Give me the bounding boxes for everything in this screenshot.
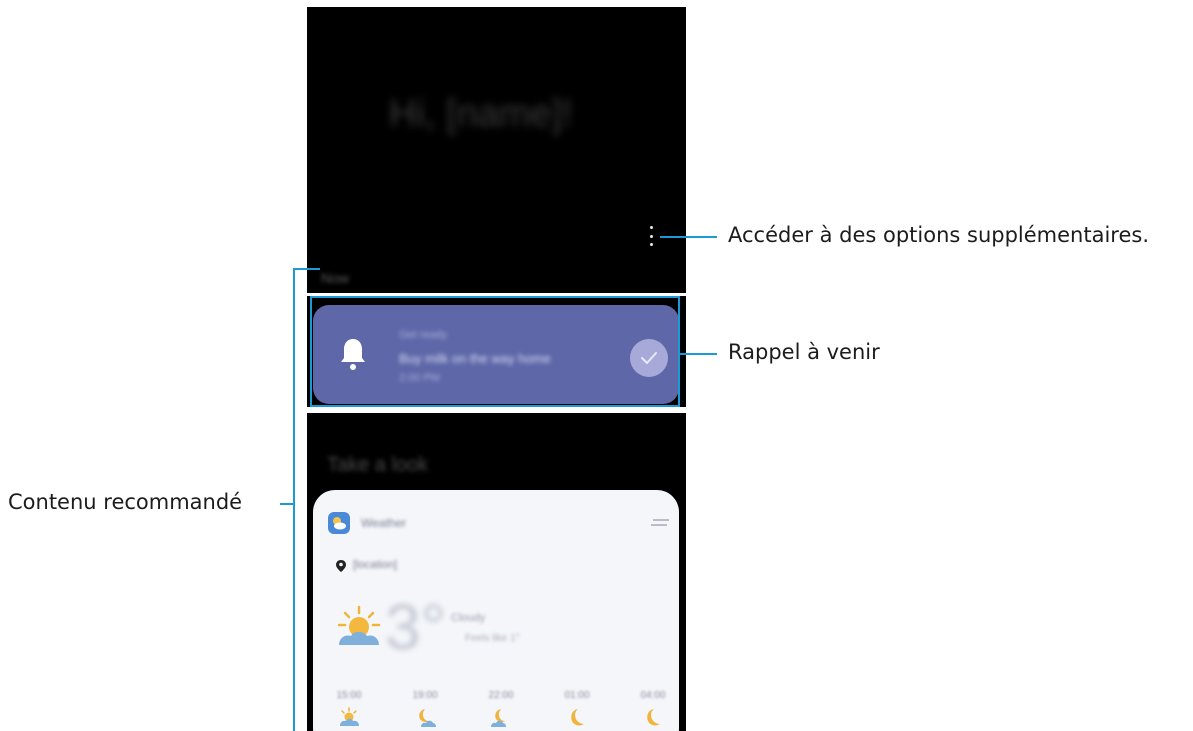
annotation-upcoming-reminder: Rappel à venir: [728, 340, 880, 364]
moon-cloud-icon: [419, 709, 436, 727]
callout-bracket-tick: [280, 503, 294, 505]
hourly-item: 01:00: [559, 690, 595, 729]
section-take-a-look-title: Take a look: [327, 454, 429, 476]
weather-app-name: Weather: [361, 516, 407, 530]
reminder-label: Get ready: [399, 329, 448, 341]
hour-time: 04:00: [640, 690, 666, 701]
divider: [307, 293, 686, 296]
weather-location: [location]: [353, 559, 398, 571]
greeting-text: Hi, [name]!: [389, 93, 573, 135]
hourly-item: 19:00: [407, 690, 443, 729]
reminder-title: Buy milk on the way home: [399, 351, 551, 366]
weather-card[interactable]: Weather [location] 3° Cloudy Feels like …: [313, 490, 679, 731]
moon-icon: [647, 709, 660, 726]
complete-reminder-button[interactable]: [630, 339, 668, 377]
callout-line-reminder: [680, 353, 717, 355]
sun-cloud-icon: [337, 605, 381, 645]
bell-icon: [341, 339, 365, 370]
hour-time: 15:00: [336, 690, 362, 701]
annotation-recommended-content: Contenu recommandé: [8, 490, 243, 514]
section-now-title: Now: [321, 270, 350, 286]
hourly-forecast: 15:00 19:00 22:00 01:00 04:00: [331, 690, 671, 729]
hourly-item: 15:00: [331, 690, 367, 729]
moon-icon: [571, 709, 584, 726]
menu-icon[interactable]: [651, 519, 669, 527]
annotation-more-options: Accéder à des options supplémentaires.: [728, 223, 1149, 247]
reminder-time: 2:00 PM: [399, 372, 440, 384]
hour-time: 01:00: [564, 690, 590, 701]
location-pin-icon: [336, 560, 346, 572]
sun-cloud-icon: [340, 707, 359, 726]
more-options-button[interactable]: [645, 226, 657, 246]
weather-app-icon: [328, 512, 350, 534]
weather-condition: Cloudy: [451, 612, 486, 624]
hour-time: 22:00: [488, 690, 514, 701]
check-icon: [641, 352, 657, 364]
hourly-item: 22:00: [483, 690, 519, 729]
callout-line-more-options: [660, 236, 717, 238]
moon-cloud-icon: [491, 709, 506, 727]
callout-bracket-top: [293, 268, 320, 270]
divider: [307, 407, 686, 413]
hour-time: 19:00: [412, 690, 438, 701]
weather-feels-like: Feels like 1°: [465, 633, 520, 644]
callout-bracket-vertical: [293, 268, 295, 731]
more-options-icon: [649, 226, 653, 229]
hourly-item: 04:00: [635, 690, 671, 729]
phone-screen: Hi, [name]! Now Get ready Buy milk on th…: [307, 7, 686, 731]
reminder-card[interactable]: Get ready Buy milk on the way home 2:00 …: [313, 305, 679, 404]
weather-temperature: 3°: [385, 591, 447, 663]
